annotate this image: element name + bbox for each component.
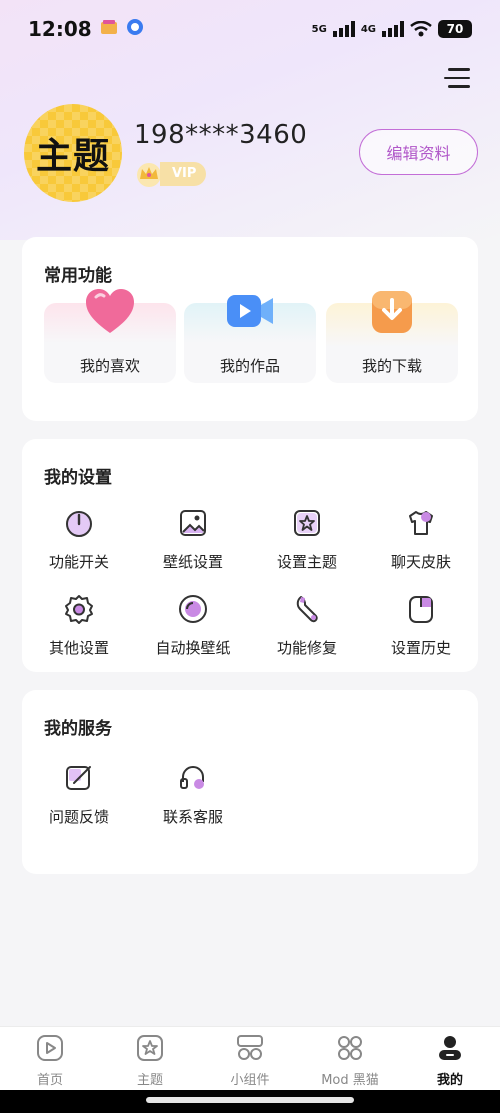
my-downloads-tile[interactable]: 我的下载 [326, 291, 458, 383]
theme-star-icon [294, 510, 320, 536]
profile-icon [439, 1036, 461, 1060]
status-bar: 12:08 5G 4G 70 [0, 0, 500, 58]
wallpaper-settings-item[interactable]: 壁纸设置 [138, 507, 248, 572]
username: 198****3460 [134, 120, 308, 150]
my-works-tile[interactable]: 我的作品 [184, 295, 316, 383]
my-services-title: 我的服务 [44, 719, 112, 739]
home-bar-area [0, 1090, 500, 1113]
my-settings-card: 我的设置 功能开关 壁纸设置 设置主题 聊天皮肤 其他设置 自动换壁纸 功能修复… [22, 439, 478, 672]
nav-profile[interactable]: 我的 [400, 1027, 500, 1090]
auto-wallpaper-item[interactable]: 自动换壁纸 [138, 593, 248, 658]
app-notification-icon [100, 18, 118, 40]
mod-grid-icon [338, 1036, 362, 1060]
signal-icon [332, 21, 355, 37]
edit-profile-button[interactable]: 编辑资料 [359, 129, 478, 175]
wifi-icon [410, 21, 432, 37]
history-icon [409, 596, 433, 623]
chat-skin-item[interactable]: 聊天皮肤 [366, 507, 476, 572]
signal-icon-2 [382, 21, 404, 37]
battery-icon: 70 [438, 20, 472, 38]
settings-history-item[interactable]: 设置历史 [366, 593, 476, 658]
feature-repair-item[interactable]: 功能修复 [252, 593, 362, 658]
set-theme-label: 设置主题 [276, 553, 337, 571]
vip-label: VIP [160, 162, 207, 186]
avatar[interactable]: 主题 [24, 104, 122, 202]
contact-service-item[interactable]: 联系客服 [138, 762, 248, 827]
nav-theme-label: 主题 [136, 1073, 163, 1088]
video-camera-icon [227, 295, 273, 327]
settings-history-label: 设置历史 [390, 639, 451, 657]
my-settings-title: 我的设置 [44, 468, 112, 488]
other-settings-label: 其他设置 [48, 639, 109, 657]
nav-mod-label: Mod 黑猫 [321, 1073, 379, 1088]
auto-wallpaper-label: 自动换壁纸 [155, 639, 231, 657]
chat-skin-label: 聊天皮肤 [390, 553, 451, 571]
nav-home-label: 首页 [36, 1073, 63, 1088]
widget-icon [237, 1035, 263, 1060]
home-indicator[interactable] [146, 1097, 354, 1103]
status-right: 5G 4G 70 [312, 20, 472, 38]
status-time: 12:08 [28, 17, 92, 41]
app-circle-icon [126, 18, 144, 40]
wallpaper-settings-label: 壁纸设置 [162, 553, 223, 571]
theme-star-icon [137, 1035, 163, 1061]
play-home-icon [37, 1035, 63, 1061]
heart-icon [86, 289, 134, 333]
power-icon [66, 511, 92, 537]
feedback-item[interactable]: 问题反馈 [24, 762, 134, 827]
menu-icon[interactable] [444, 68, 470, 92]
contact-service-label: 联系客服 [162, 808, 223, 826]
feedback-label: 问题反馈 [48, 808, 109, 826]
nav-theme[interactable]: 主题 [100, 1027, 200, 1090]
common-functions-title: 常用功能 [44, 266, 112, 286]
nav-mod[interactable]: Mod 黑猫 [300, 1027, 400, 1090]
nav-home[interactable]: 首页 [0, 1027, 100, 1090]
auto-wallpaper-icon [179, 595, 207, 623]
my-services-card: 我的服务 问题反馈 联系客服 [22, 690, 478, 874]
headset-icon [180, 766, 204, 789]
bottom-nav: 首页 主题 小组件 Mod 黑猫 我的 [0, 1026, 500, 1090]
feedback-edit-icon [66, 766, 91, 790]
download-icon [372, 291, 412, 333]
my-likes-tile[interactable]: 我的喜欢 [44, 289, 176, 383]
my-likes-label: 我的喜欢 [79, 357, 140, 375]
nav-widget-label: 小组件 [230, 1073, 270, 1088]
other-settings-item[interactable]: 其他设置 [24, 593, 134, 658]
wrench-icon [296, 596, 318, 623]
my-downloads-label: 我的下载 [361, 357, 422, 375]
network-4g-label: 4G [360, 23, 376, 35]
tshirt-icon [409, 511, 433, 535]
feature-switch-label: 功能开关 [48, 553, 109, 571]
common-functions-card: 常用功能 我的喜欢 我的作品 我的下载 [22, 237, 478, 421]
vip-badge[interactable]: VIP [134, 160, 207, 188]
image-icon [180, 510, 206, 536]
feature-repair-label: 功能修复 [276, 639, 337, 657]
network-5g-label: 5G [311, 23, 327, 35]
gear-icon [65, 595, 93, 624]
my-works-label: 我的作品 [219, 357, 280, 375]
nav-profile-label: 我的 [436, 1073, 463, 1088]
avatar-text: 主题 [35, 136, 110, 177]
feature-switch-item[interactable]: 功能开关 [24, 507, 134, 572]
set-theme-item[interactable]: 设置主题 [252, 507, 362, 572]
nav-widget[interactable]: 小组件 [200, 1027, 300, 1090]
